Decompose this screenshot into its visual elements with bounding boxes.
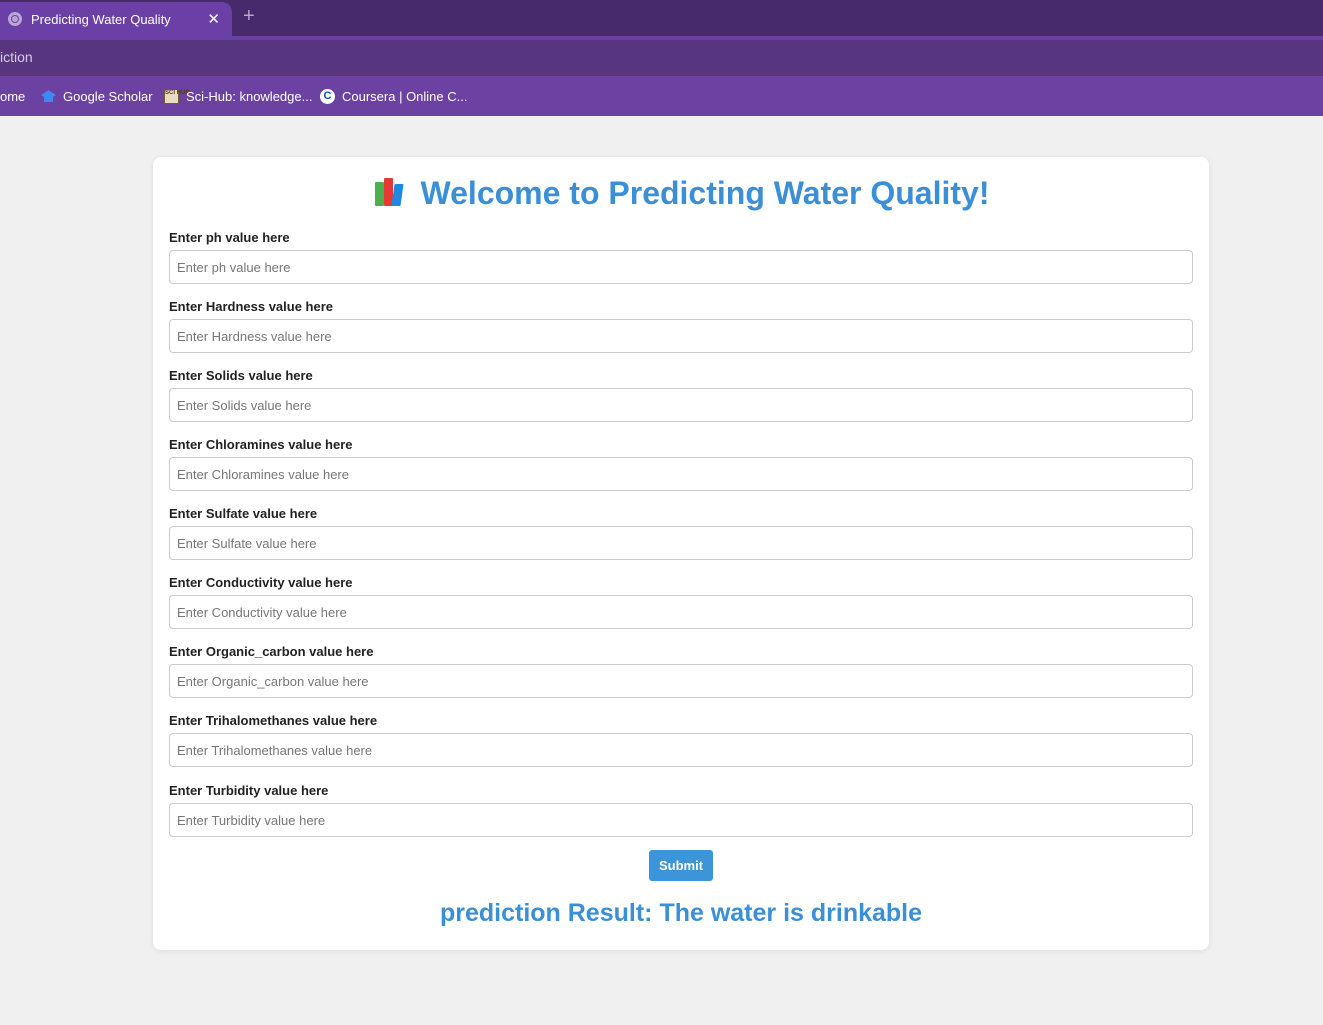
page-title-row: Welcome to Predicting Water Quality! xyxy=(153,175,1209,212)
field-sulfate: Enter Sulfate value here xyxy=(169,506,1193,560)
trihalomethanes-input[interactable] xyxy=(169,733,1193,767)
field-label: Enter Turbidity value here xyxy=(169,783,329,798)
field-turbidity: Enter Turbidity value here xyxy=(169,783,1193,837)
field-conductivity: Enter Conductivity value here xyxy=(169,575,1193,629)
url-text[interactable]: iction xyxy=(0,49,33,65)
bookmarks-bar: ome Google Scholar SCI HUB Sci-Hub: know… xyxy=(0,76,1323,116)
sulfate-input[interactable] xyxy=(169,526,1193,560)
field-solids: Enter Solids value here xyxy=(169,368,1193,422)
sci-hub-icon: SCI HUB xyxy=(164,88,190,104)
page-title: Welcome to Predicting Water Quality! xyxy=(420,175,990,211)
books-icon xyxy=(373,176,407,206)
bookmark-home[interactable]: ome xyxy=(0,76,25,116)
bookmark-label: ome xyxy=(0,88,26,104)
browser-tab-strip: Predicting Water Quality ✕ + xyxy=(0,0,1323,36)
globe-icon xyxy=(8,12,22,26)
result-value: The water is drinkable xyxy=(659,899,923,927)
field-organic-carbon: Enter Organic_carbon value here xyxy=(169,644,1193,698)
field-label: Enter Chloramines value here xyxy=(169,437,353,452)
field-label: Enter Solids value here xyxy=(169,368,313,383)
new-tab-button[interactable]: + xyxy=(243,5,255,27)
field-trihalomethanes: Enter Trihalomethanes value here xyxy=(169,713,1193,767)
ph-input[interactable] xyxy=(169,250,1193,284)
field-label: Enter Organic_carbon value here xyxy=(169,644,374,659)
hardness-input[interactable] xyxy=(169,319,1193,353)
address-bar[interactable]: iction xyxy=(0,40,1323,76)
field-chloramines: Enter Chloramines value here xyxy=(169,437,1193,491)
coursera-icon: C xyxy=(320,88,335,104)
field-label: Enter Conductivity value here xyxy=(169,575,353,590)
result-prefix: prediction Result: xyxy=(439,899,653,927)
bookmark-coursera[interactable]: C Coursera | Online C... xyxy=(320,76,467,116)
field-label: Enter ph value here xyxy=(169,230,290,245)
field-label: Enter Hardness value here xyxy=(169,299,334,314)
field-label: Enter Sulfate value here xyxy=(169,506,318,521)
browser-tab-active[interactable]: Predicting Water Quality ✕ xyxy=(0,2,232,36)
submit-button[interactable]: Submit xyxy=(649,850,713,881)
google-scholar-icon xyxy=(41,90,56,102)
prediction-form-card: Welcome to Predicting Water Quality! Ent… xyxy=(153,157,1209,950)
chloramines-input[interactable] xyxy=(169,457,1193,491)
tab-title: Predicting Water Quality xyxy=(31,11,171,27)
bookmark-google-scholar[interactable]: Google Scholar xyxy=(41,76,153,116)
field-label: Enter Trihalomethanes value here xyxy=(169,713,378,728)
prediction-result: prediction Result: The water is drinkabl… xyxy=(153,899,1209,928)
solids-input[interactable] xyxy=(169,388,1193,422)
field-ph: Enter ph value here xyxy=(169,230,1193,284)
field-hardness: Enter Hardness value here xyxy=(169,299,1193,353)
organic-carbon-input[interactable] xyxy=(169,664,1193,698)
bookmark-label: Sci-Hub: knowledge... xyxy=(186,88,313,104)
conductivity-input[interactable] xyxy=(169,595,1193,629)
tab-close-icon[interactable]: ✕ xyxy=(207,10,220,28)
bookmark-label: Coursera | Online C... xyxy=(342,88,468,104)
bookmark-label: Google Scholar xyxy=(63,88,153,104)
bookmark-sci-hub[interactable]: SCI HUB Sci-Hub: knowledge... xyxy=(164,76,312,116)
turbidity-input[interactable] xyxy=(169,803,1193,837)
